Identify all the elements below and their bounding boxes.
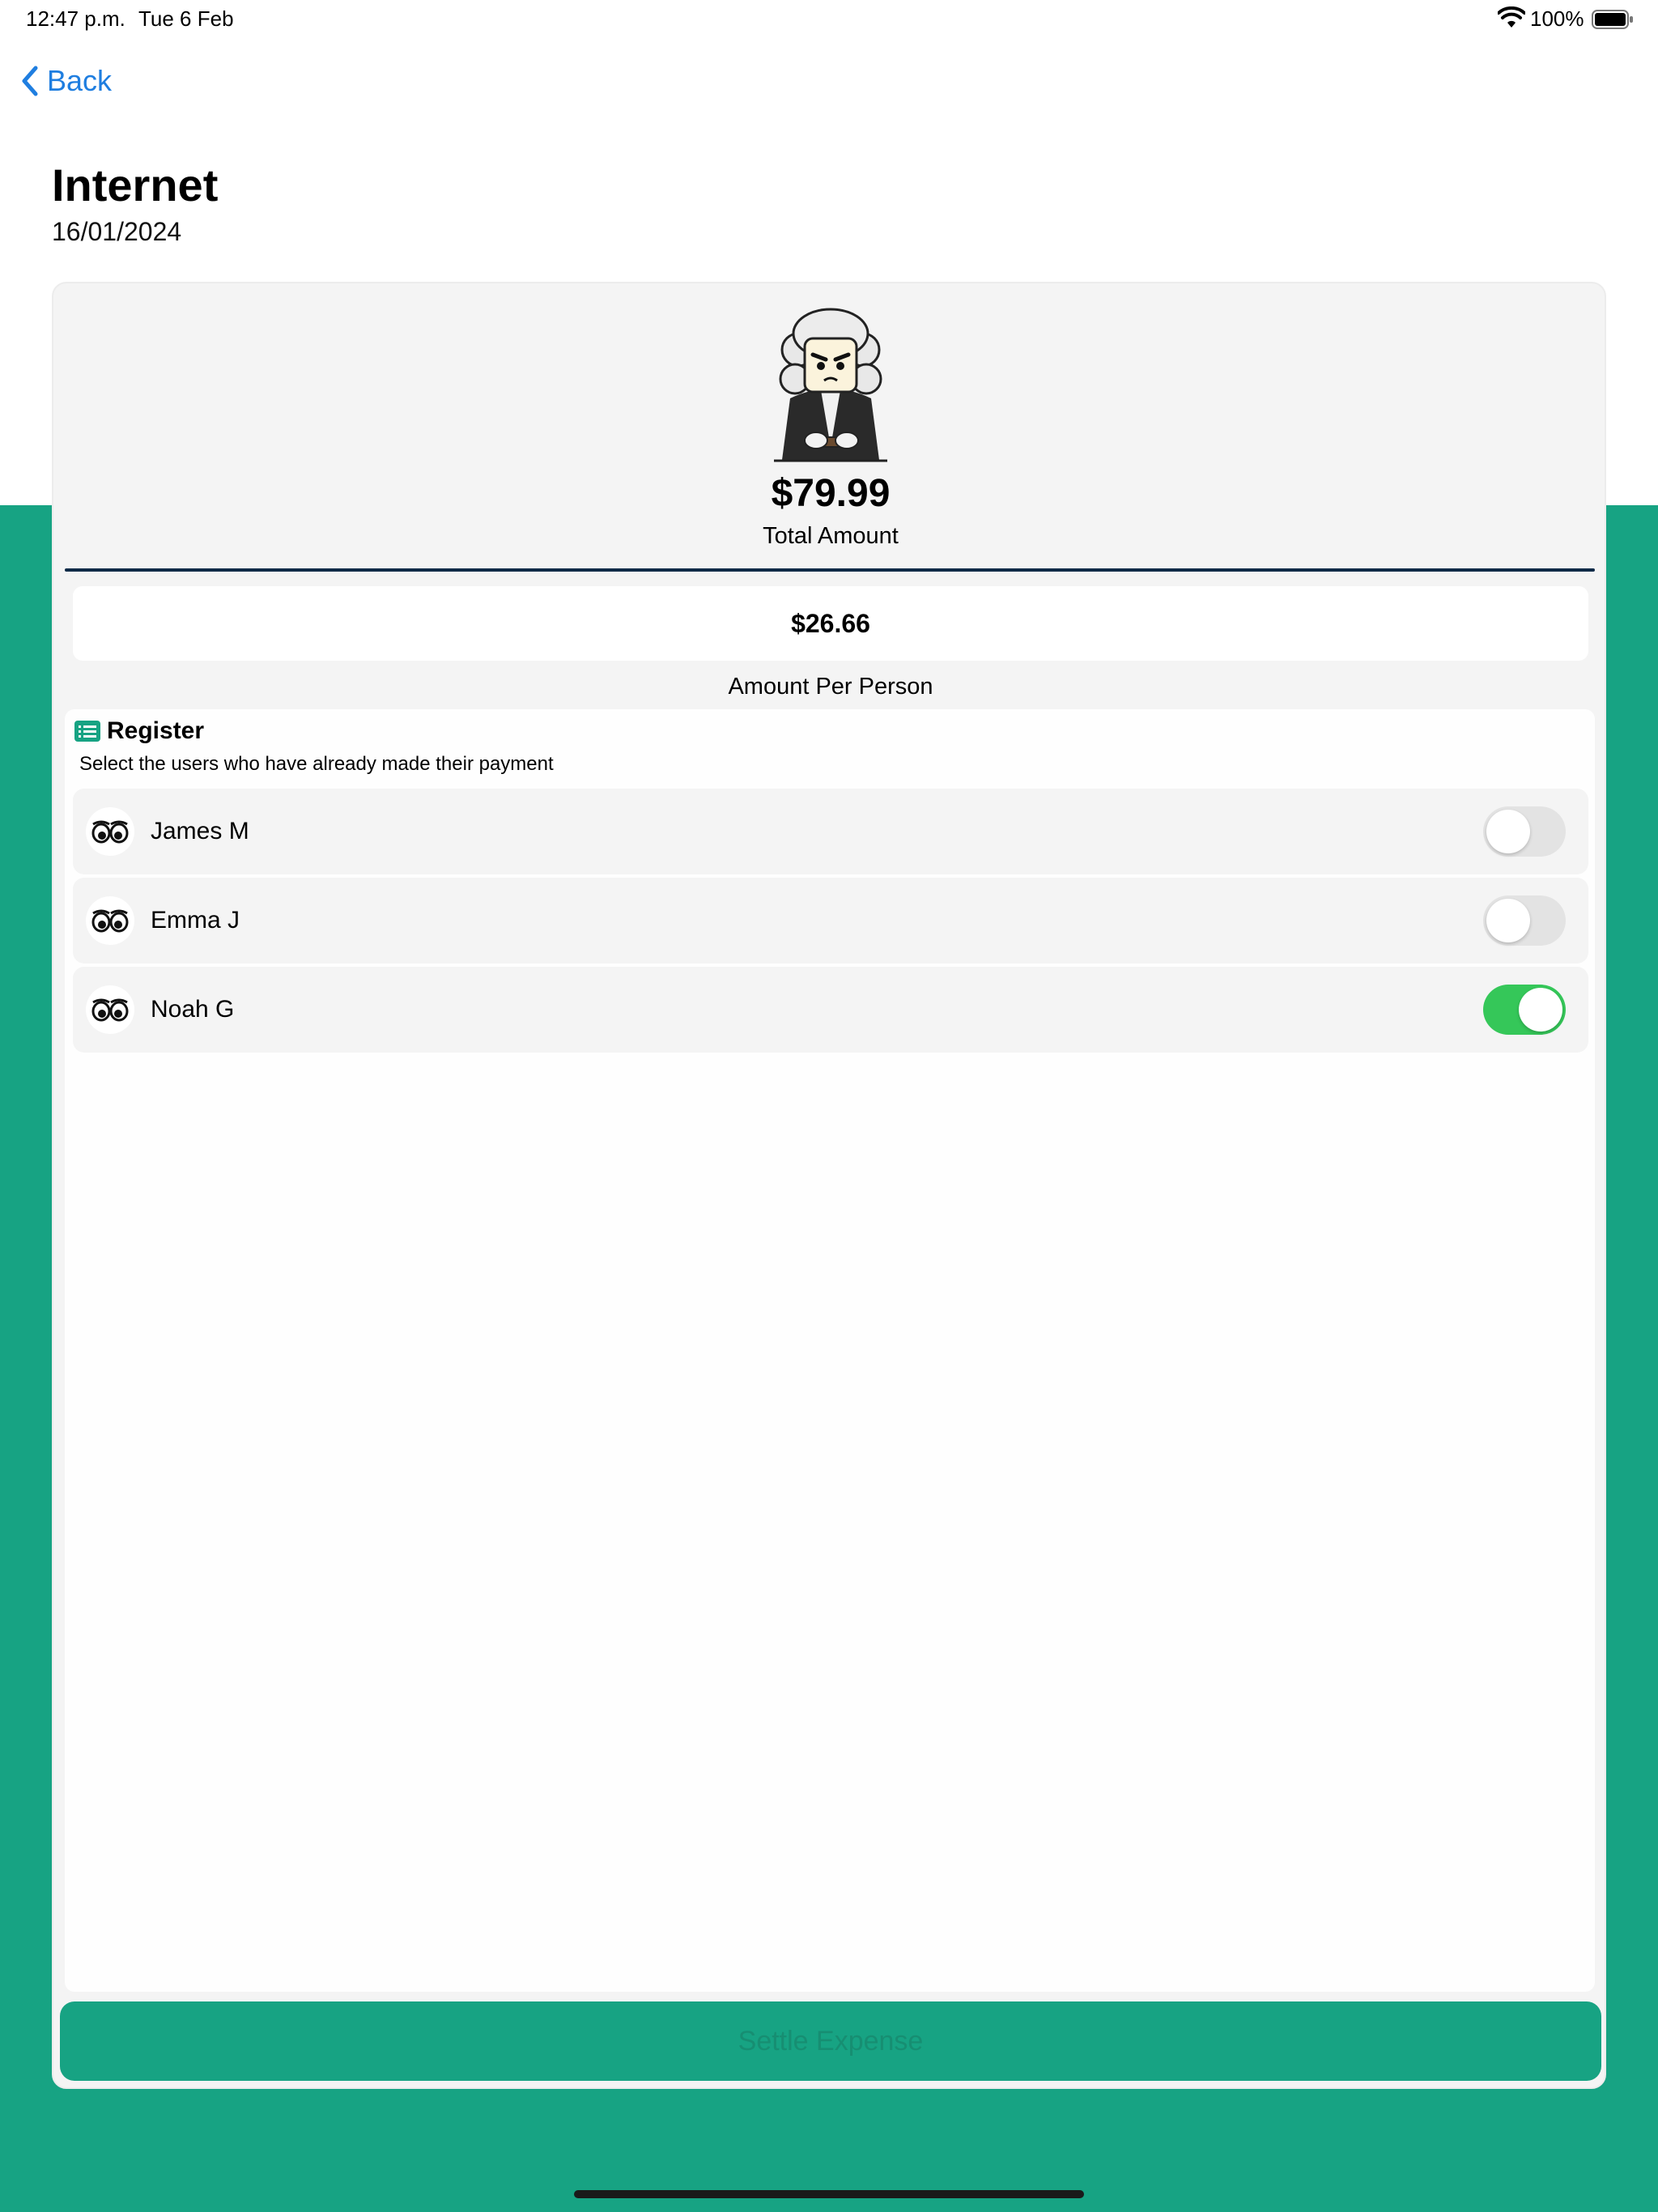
user-avatar [86,985,134,1034]
toggle-knob [1519,988,1562,1032]
amount-per-person-label: Amount Per Person [728,674,933,700]
toggle-knob [1486,810,1530,853]
page-title: Internet [52,160,219,211]
user-name: James M [151,818,249,844]
wifi-icon [1498,6,1525,28]
amount-per-person-box: $26.66 [73,586,1588,661]
chevron-left-icon [22,66,38,96]
user-avatar [86,807,134,856]
total-amount: $79.99 [771,472,891,515]
user-row-noah: Noah G [73,967,1588,1053]
judge-character-icon [774,308,887,462]
user-avatar [86,896,134,945]
total-amount-label: Total Amount [763,523,899,549]
back-button[interactable]: Back [19,58,112,104]
user-row-emma: Emma J [73,878,1588,963]
register-panel: Register Select the users who have alrea… [65,709,1595,1992]
register-header: Register [74,717,204,745]
status-bar: 12:47 p.m. Tue 6 Feb 100% [0,0,1658,39]
toggle-knob [1486,899,1530,942]
status-time: 12:47 p.m. [26,6,125,31]
expense-date: 16/01/2024 [52,217,182,246]
back-label: Back [47,64,113,97]
register-subtitle: Select the users who have already made t… [79,753,554,775]
home-indicator [574,2190,1084,2198]
amount-per-person-value: $26.66 [791,608,870,638]
eyes-icon [91,998,129,1022]
status-date: Tue 6 Feb [138,6,234,31]
battery-percentage: 100% [1530,6,1584,31]
paid-toggle-emma[interactable] [1483,895,1566,946]
settle-expense-button[interactable]: Settle Expense [60,2001,1601,2081]
divider [65,568,1595,572]
expense-card: $79.99 Total Amount $26.66 Amount Per Pe… [52,282,1606,2089]
eyes-icon [91,820,129,844]
paid-toggle-james[interactable] [1483,806,1566,857]
user-row-james: James M [73,789,1588,874]
user-name: Emma J [151,907,240,934]
eyes-icon [91,909,129,933]
register-title: Register [107,717,205,744]
user-name: Noah G [151,996,235,1023]
battery-icon [1592,10,1633,29]
list-icon [74,721,100,742]
paid-toggle-noah[interactable] [1483,985,1566,1035]
